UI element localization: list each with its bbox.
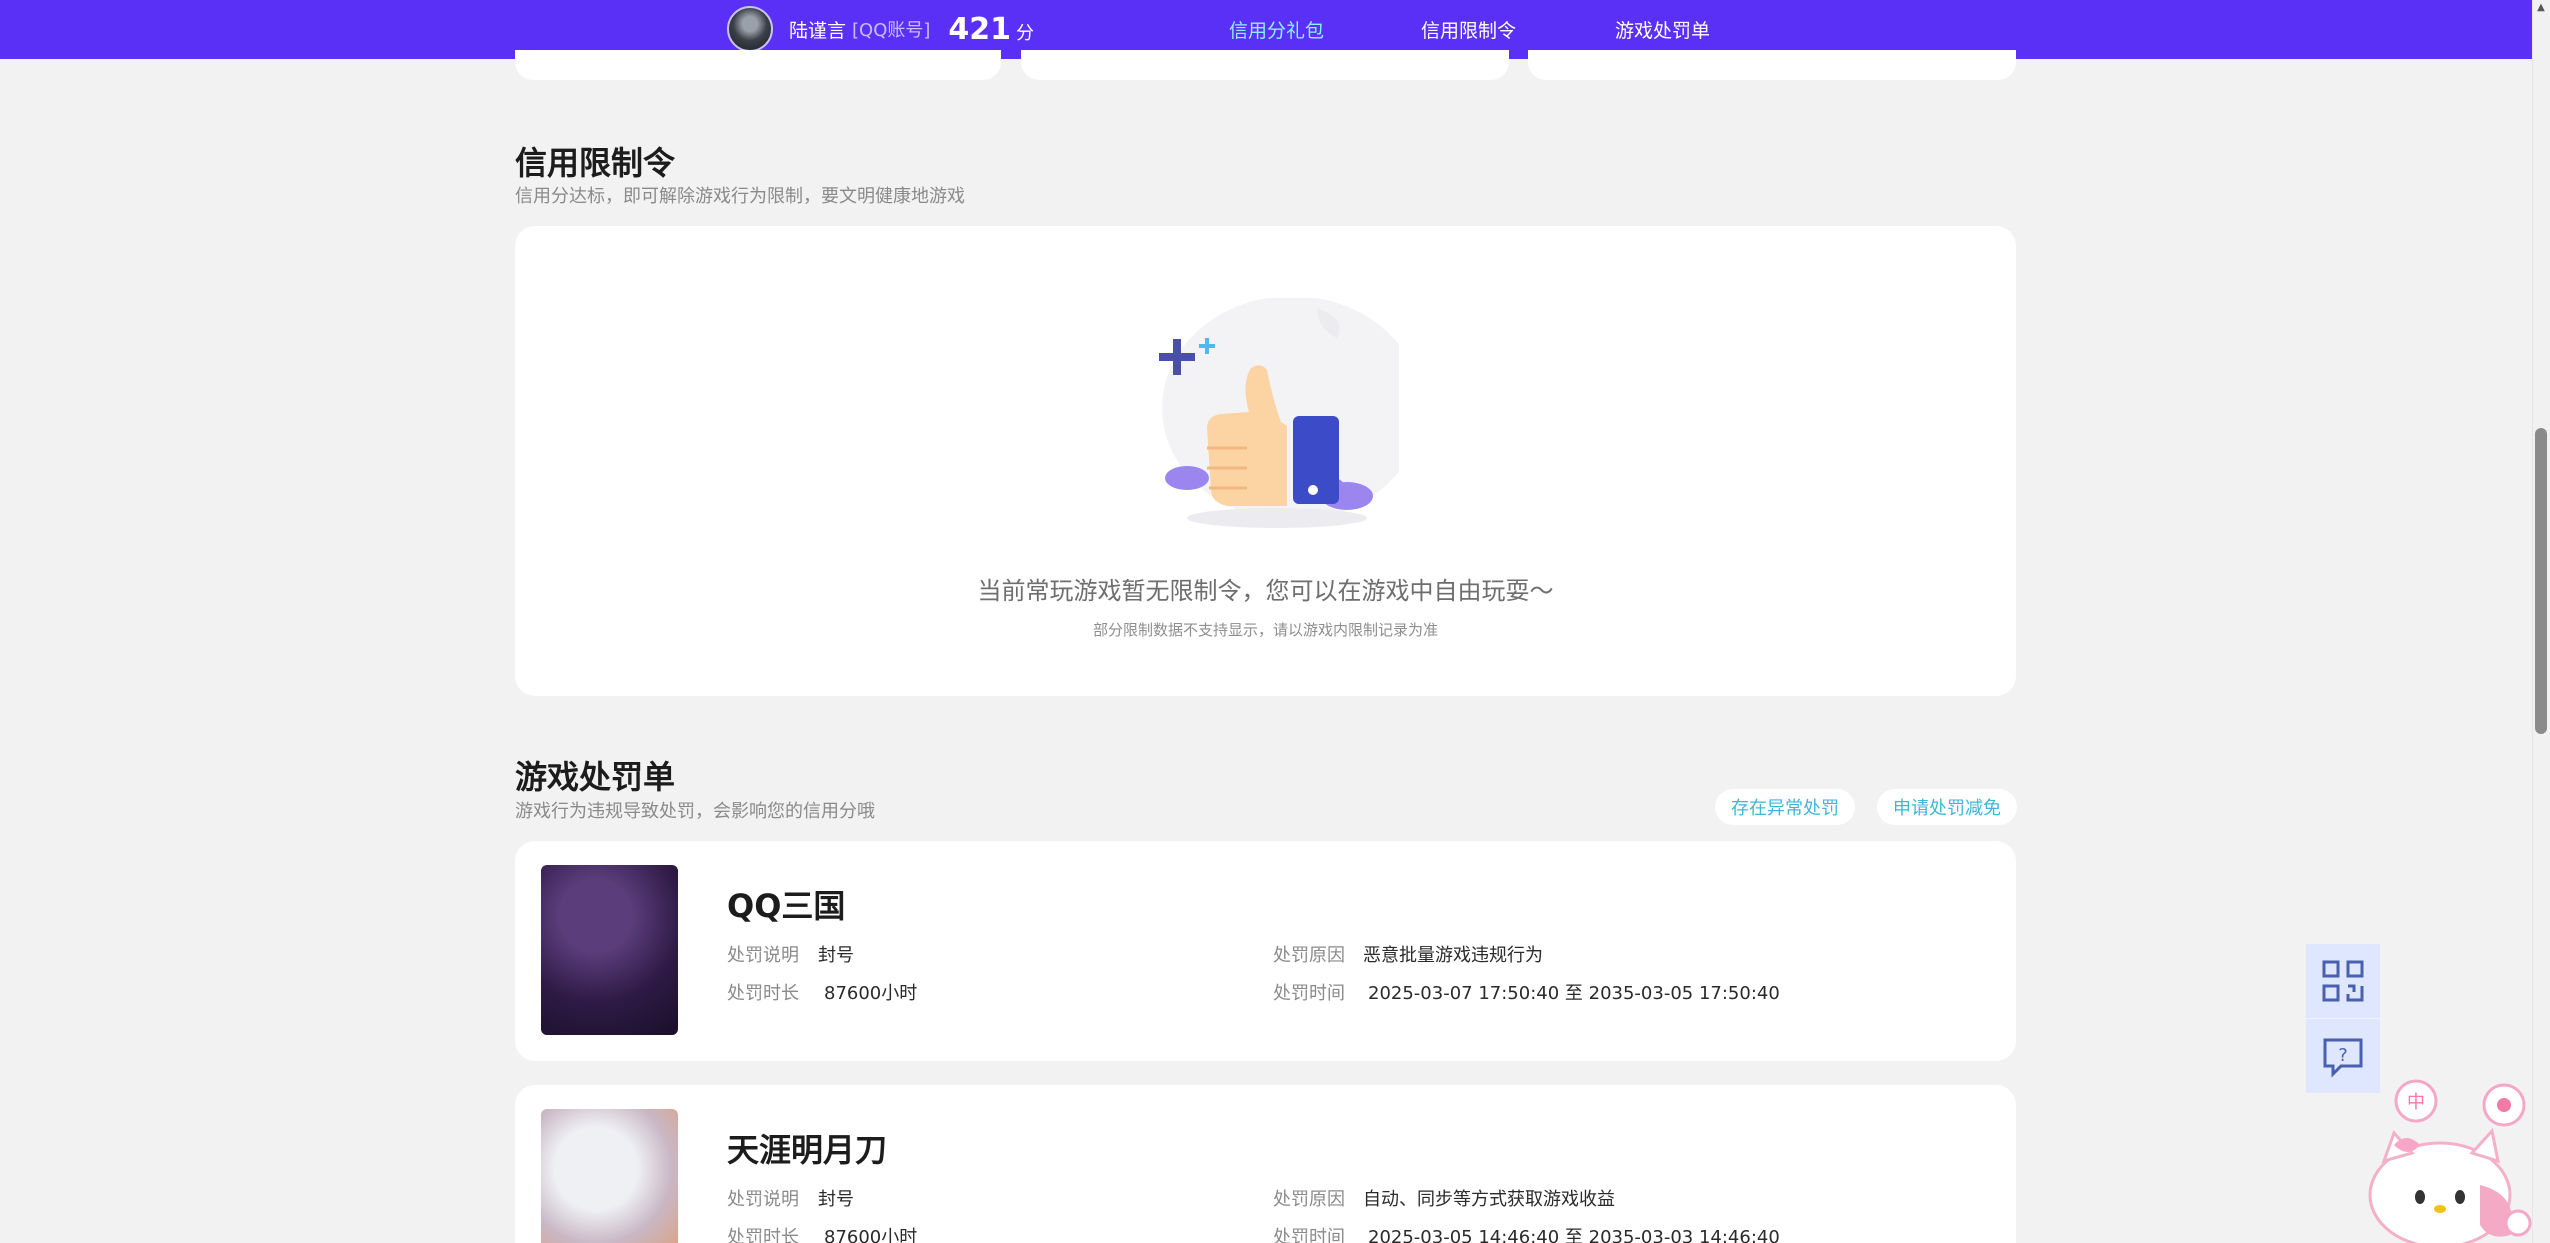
avatar[interactable]: [727, 6, 773, 52]
hello-kitty-mascot: 中: [2368, 1079, 2532, 1243]
game-name: 天涯明月刀: [727, 1131, 888, 1169]
gift-card[interactable]: [1528, 50, 2016, 80]
svg-text:?: ?: [2338, 1045, 2348, 1066]
credit-score: 421: [948, 11, 1012, 47]
penalty-time-value: 2025-03-05 14:46:40 至 2035-03-03 14:46:4…: [1368, 1227, 1780, 1243]
report-abnormal-penalty-button[interactable]: 存在异常处罚: [1715, 789, 1855, 825]
scroll-up-arrow-icon[interactable]: ▲: [2535, 2, 2547, 16]
gift-card[interactable]: [515, 50, 1001, 80]
penalty-section-subtitle: 游戏行为违规导致处罚，会影响您的信用分哦: [515, 801, 875, 822]
penalty-reason-value: 恶意批量游戏违规行为: [1363, 945, 1543, 966]
penalty-desc-label: 处罚说明: [727, 1189, 799, 1210]
apply-penalty-reduction-button[interactable]: 申请处罚减免: [1877, 789, 2017, 825]
game-name: QQ三国: [727, 887, 846, 925]
penalty-desc-value: 封号: [818, 945, 854, 966]
restriction-section-subtitle: 信用分达标，即可解除游戏行为限制，要文明健康地游戏: [515, 186, 965, 207]
penalty-reason-label: 处罚原因: [1273, 1189, 1345, 1210]
game-cover-image: [541, 865, 678, 1035]
penalty-card[interactable]: QQ三国 处罚说明 封号 处罚时长 87600小时 处罚原因 恶意批量游戏违规行…: [515, 841, 2016, 1061]
username: 陆谨言: [789, 19, 847, 42]
qrcode-icon: [2322, 960, 2364, 1002]
help-chat-icon: ?: [2323, 1038, 2363, 1078]
restriction-section-title: 信用限制令: [515, 144, 676, 182]
penalty-reason-label: 处罚原因: [1273, 945, 1345, 966]
game-cover-image: [541, 1109, 678, 1243]
restriction-panel: 当前常玩游戏暂无限制令，您可以在游戏中自由玩耍～ 部分限制数据不支持显示，请以游…: [515, 226, 2016, 696]
penalty-section-title: 游戏处罚单: [515, 758, 676, 796]
vertical-scrollbar[interactable]: ▲: [2532, 0, 2550, 1243]
penalty-duration-label: 处罚时长: [727, 1227, 799, 1243]
scrollbar-thumb[interactable]: [2535, 428, 2547, 734]
svg-text:中: 中: [2407, 1092, 2425, 1113]
penalty-duration-label: 处罚时长: [727, 983, 799, 1004]
gift-card[interactable]: [1021, 50, 1509, 80]
thumbs-up-illustration: [1159, 298, 1399, 528]
qrcode-button[interactable]: [2306, 944, 2380, 1018]
penalty-card[interactable]: 天涯明月刀 处罚说明 封号 处罚时长 87600小时 处罚原因 自动、同步等方式…: [515, 1085, 2016, 1243]
penalty-duration-value: 87600小时: [824, 1227, 918, 1243]
penalty-time-label: 处罚时间: [1273, 983, 1345, 1004]
penalty-desc-value: 封号: [818, 1189, 854, 1210]
penalty-time-value: 2025-03-07 17:50:40 至 2035-03-05 17:50:4…: [1368, 983, 1780, 1004]
account-type: [QQ账号]: [852, 20, 931, 41]
user-info: 陆谨言 [QQ账号] 421 分: [727, 6, 1034, 52]
empty-state-message: 当前常玩游戏暂无限制令，您可以在游戏中自由玩耍～: [977, 577, 1554, 605]
penalty-duration-value: 87600小时: [824, 983, 918, 1004]
penalty-time-label: 处罚时间: [1273, 1227, 1345, 1243]
empty-state-note: 部分限制数据不支持显示，请以游戏内限制记录为准: [1092, 621, 1438, 639]
score-unit: 分: [1016, 23, 1035, 44]
penalty-desc-label: 处罚说明: [727, 945, 799, 966]
penalty-reason-value: 自动、同步等方式获取游戏收益: [1363, 1189, 1615, 1210]
